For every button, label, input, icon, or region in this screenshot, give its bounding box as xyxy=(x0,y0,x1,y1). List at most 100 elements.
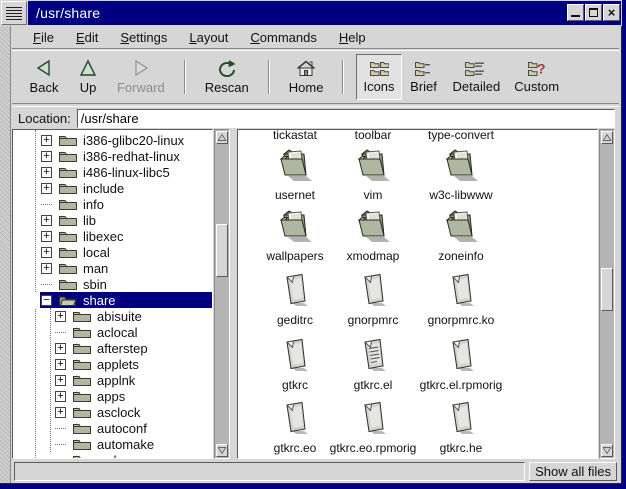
expander-icon[interactable] xyxy=(41,247,52,258)
file-item[interactable]: gnorpmrc.ko xyxy=(406,272,516,329)
expander-icon[interactable] xyxy=(41,167,52,178)
tree-item[interactable]: i386-redhat-linux xyxy=(13,148,212,164)
tree-item[interactable]: autoconf xyxy=(13,420,212,436)
expander-icon[interactable] xyxy=(41,183,52,194)
tree-branch-line xyxy=(55,332,66,333)
menu-commands[interactable]: Commands xyxy=(241,27,325,48)
folder-icon xyxy=(72,341,92,355)
svg-text:?: ? xyxy=(537,61,546,77)
tree-item[interactable]: libexec xyxy=(13,228,212,244)
icons-view-icon xyxy=(369,60,389,76)
directory-tree-panel[interactable]: i386-glibc20-linux i386-redhat-linux i48… xyxy=(12,129,213,459)
folder-icon xyxy=(58,261,78,275)
tree-scrollbar-thumb[interactable] xyxy=(216,224,228,277)
expander-icon[interactable] xyxy=(41,263,52,274)
tree-item[interactable]: applnk xyxy=(13,372,212,388)
tree-item[interactable]: afterstep xyxy=(13,340,212,356)
file-item[interactable]: w3c-libwww xyxy=(406,147,516,204)
forward-button[interactable]: Forward xyxy=(110,54,172,100)
custom-view-button[interactable]: ? Custom xyxy=(507,54,566,100)
folder-icon xyxy=(72,421,92,435)
tree-item[interactable]: awk xyxy=(13,452,212,459)
tree-item[interactable]: lib xyxy=(13,212,212,228)
menu-help[interactable]: Help xyxy=(330,27,375,48)
collapse-icon[interactable] xyxy=(41,295,52,306)
file-icon-panel[interactable]: tickastat toolbar type-convert usernet v… xyxy=(237,129,598,459)
statusbar: Show all files xyxy=(12,461,619,482)
folder-icon xyxy=(58,133,78,147)
window-menu-button[interactable] xyxy=(1,1,27,25)
tree-item-label: sbin xyxy=(83,277,107,292)
menu-settings[interactable]: Settings xyxy=(111,27,176,48)
document-icon xyxy=(279,337,311,373)
tree-item[interactable]: abisuite xyxy=(13,308,212,324)
tree-item[interactable]: asclock xyxy=(13,404,212,420)
close-button[interactable]: × xyxy=(603,4,620,21)
tree-item-label: automake xyxy=(97,437,154,452)
location-input[interactable] xyxy=(77,109,615,128)
expander-icon[interactable] xyxy=(55,391,66,402)
rescan-button[interactable]: Rescan xyxy=(198,54,256,100)
folder-icon xyxy=(72,453,92,459)
custom-view-icon: ? xyxy=(527,60,547,76)
tree-item[interactable]: i486-linux-libc5 xyxy=(13,164,212,180)
file-label: gtkrc xyxy=(282,378,308,392)
menu-edit[interactable]: Edit xyxy=(67,27,107,48)
titlebar[interactable]: /usr/share × xyxy=(0,0,622,26)
maximize-button[interactable] xyxy=(585,4,602,21)
tree-item-selected[interactable]: share xyxy=(13,292,212,308)
scroll-up-icon[interactable] xyxy=(216,131,228,144)
scroll-down-icon[interactable] xyxy=(216,444,228,457)
tree-item[interactable]: info xyxy=(13,196,212,212)
expander-icon[interactable] xyxy=(41,215,52,226)
icons-view-button[interactable]: Icons xyxy=(356,54,401,100)
custom-view-label: Custom xyxy=(514,79,559,94)
tree-item[interactable]: local xyxy=(13,244,212,260)
directory-tree: i386-glibc20-linux i386-redhat-linux i48… xyxy=(13,130,212,458)
expander-icon[interactable] xyxy=(55,343,66,354)
scroll-down-icon[interactable] xyxy=(601,444,613,457)
tree-item-label: lib xyxy=(83,213,96,228)
expander-icon[interactable] xyxy=(41,151,52,162)
up-button[interactable]: Up xyxy=(66,54,110,100)
file-panel-scrollbar[interactable] xyxy=(599,129,615,459)
detailed-view-button[interactable]: Detailed xyxy=(446,54,508,100)
folder-icon xyxy=(275,208,315,244)
main-area: i386-glibc20-linux i386-redhat-linux i48… xyxy=(12,129,619,459)
expander-icon[interactable] xyxy=(55,407,66,418)
tree-item[interactable]: aclocal xyxy=(13,324,212,340)
scroll-up-icon[interactable] xyxy=(601,131,613,144)
window-left-border[interactable] xyxy=(0,26,11,483)
file-item[interactable]: gtkrc.he xyxy=(406,400,516,457)
tree-item[interactable]: automake xyxy=(13,436,212,452)
pane-splitter[interactable] xyxy=(230,129,237,459)
expander-icon[interactable] xyxy=(41,135,52,146)
tree-item[interactable]: apps xyxy=(13,388,212,404)
back-label: Back xyxy=(30,80,59,95)
file-panel-scrollbar-thumb[interactable] xyxy=(601,268,613,311)
menu-layout[interactable]: Layout xyxy=(180,27,237,48)
expander-icon[interactable] xyxy=(55,375,66,386)
forward-label: Forward xyxy=(117,80,165,95)
file-label: w3c-libwww xyxy=(429,188,492,202)
file-item[interactable]: type-convert xyxy=(406,129,516,144)
expander-icon[interactable] xyxy=(41,231,52,242)
tree-item[interactable]: man xyxy=(13,260,212,276)
tree-item[interactable]: applets xyxy=(13,356,212,372)
expander-icon[interactable] xyxy=(55,359,66,370)
minimize-button[interactable] xyxy=(567,4,584,21)
tree-item[interactable]: sbin xyxy=(13,276,212,292)
show-all-files-button[interactable]: Show all files xyxy=(529,462,617,481)
back-button[interactable]: Back xyxy=(22,54,66,100)
home-button[interactable]: Home xyxy=(282,54,331,100)
tree-scrollbar[interactable] xyxy=(214,129,230,459)
file-label: zoneinfo xyxy=(438,249,483,263)
text-document-icon xyxy=(357,337,389,373)
menu-file[interactable]: File xyxy=(24,27,63,48)
file-item[interactable]: gtkrc.el.rpmorig xyxy=(406,337,516,394)
brief-view-button[interactable]: Brief xyxy=(402,54,446,100)
file-item[interactable]: zoneinfo xyxy=(406,208,516,265)
expander-icon[interactable] xyxy=(55,311,66,322)
tree-item[interactable]: i386-glibc20-linux xyxy=(13,132,212,148)
tree-item[interactable]: include xyxy=(13,180,212,196)
